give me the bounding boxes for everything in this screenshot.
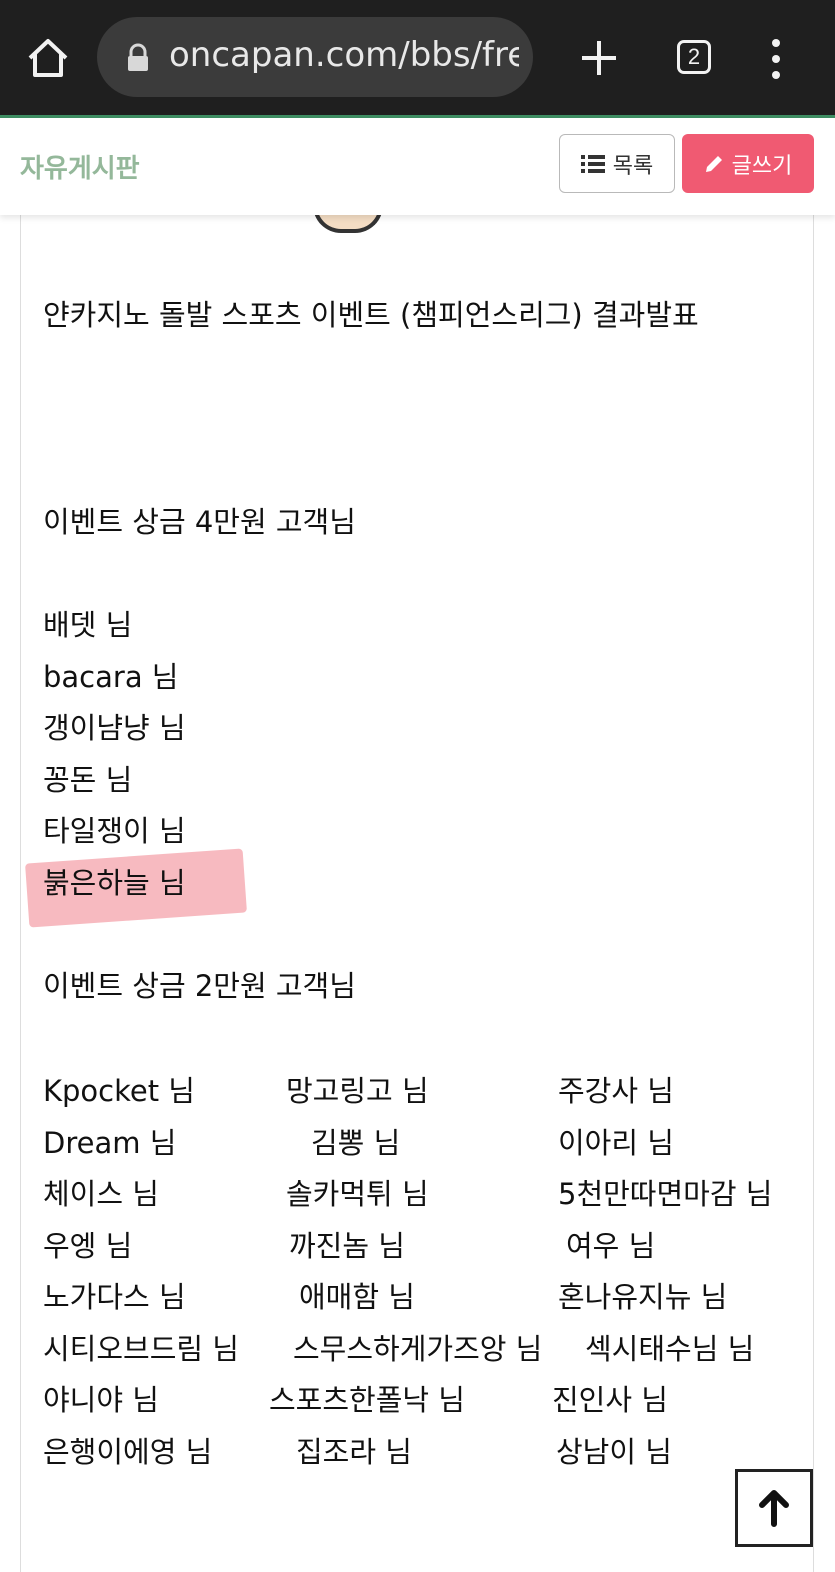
winner-cell: 은행이에영 님 xyxy=(43,1435,213,1469)
winner-cell: 김뽕 님 xyxy=(311,1126,401,1160)
section-heading-4man: 이벤트 상금 4만원 고객님 xyxy=(43,505,356,539)
winner-item: bacara 님 xyxy=(43,660,179,694)
winner-cell: 진인사 님 xyxy=(552,1383,668,1417)
winner-cell: 혼나유지뉴 님 xyxy=(558,1280,728,1314)
winner-item: 꽁돈 님 xyxy=(43,763,133,797)
browser-toolbar: oncapan.com/bbs/fre 2 xyxy=(0,0,835,115)
pencil-icon xyxy=(705,155,722,172)
list-button[interactable]: 목록 xyxy=(559,134,675,193)
winner-cell: 이아리 님 xyxy=(558,1126,674,1160)
winner-cell: Dream 님 xyxy=(43,1126,177,1160)
winner-cell: 주강사 님 xyxy=(558,1074,674,1108)
winner-item: 배뎃 님 xyxy=(43,608,133,642)
scroll-top-button[interactable] xyxy=(735,1469,813,1547)
winner-cell: 체이스 님 xyxy=(43,1177,159,1211)
lock-icon xyxy=(128,43,148,71)
more-vert-icon[interactable] xyxy=(768,38,784,80)
write-button[interactable]: 글쓰기 xyxy=(682,134,814,193)
winner-cell: 스무스하게가즈앙 님 xyxy=(293,1332,543,1366)
winner-cell: 우엥 님 xyxy=(43,1229,133,1263)
winner-cell: 노가다스 님 xyxy=(43,1280,186,1314)
write-label: 글쓰기 xyxy=(731,153,793,179)
winner-cell: 여우 님 xyxy=(566,1229,656,1263)
winner-cell: 집조라 님 xyxy=(296,1435,412,1469)
list-label: 목록 xyxy=(612,153,654,179)
winner-cell: 애매함 님 xyxy=(299,1280,415,1314)
winner-cell: 망고링고 님 xyxy=(286,1074,429,1108)
post-content: 얀카지노 돌발 스포츠 이벤트 (챔피언스리그) 결과발표 이벤트 상금 4만원… xyxy=(20,205,814,1572)
url-text: oncapan.com/bbs/fre xyxy=(169,35,519,75)
winner-cell: 상남이 님 xyxy=(556,1435,672,1469)
winner-cell: 까진놈 님 xyxy=(289,1229,405,1263)
winner-cell: 시티오브드림 님 xyxy=(43,1332,239,1366)
section-heading-2man: 이벤트 상금 2만원 고객님 xyxy=(43,969,356,1003)
winner-item-highlighted: 붉은하늘 님 xyxy=(43,866,186,900)
winner-cell: 5천만따면마감 님 xyxy=(558,1177,773,1211)
list-icon xyxy=(580,154,605,173)
home-icon[interactable] xyxy=(24,34,72,82)
winner-cell: 섹시태수님 님 xyxy=(585,1332,755,1366)
board-title[interactable]: 자유게시판 xyxy=(20,148,140,185)
plus-icon[interactable] xyxy=(578,37,620,79)
post-title-line: 얀카지노 돌발 스포츠 이벤트 (챔피언스리그) 결과발표 xyxy=(43,298,699,332)
winner-cell: Kpocket 님 xyxy=(43,1074,195,1108)
winner-cell: 스포츠한폴낙 님 xyxy=(269,1383,465,1417)
address-bar[interactable]: oncapan.com/bbs/fre xyxy=(97,17,533,97)
winner-item: 타일쟁이 님 xyxy=(43,814,186,848)
winner-cell: 야니야 님 xyxy=(43,1383,159,1417)
arrow-up-icon xyxy=(759,1490,789,1527)
tabs-button[interactable]: 2 xyxy=(677,40,711,74)
winner-cell: 솔카먹튀 님 xyxy=(286,1177,429,1211)
board-header: 자유게시판 목록 글쓰기 xyxy=(0,118,835,215)
winner-item: 갱이냠냥 님 xyxy=(43,711,186,745)
